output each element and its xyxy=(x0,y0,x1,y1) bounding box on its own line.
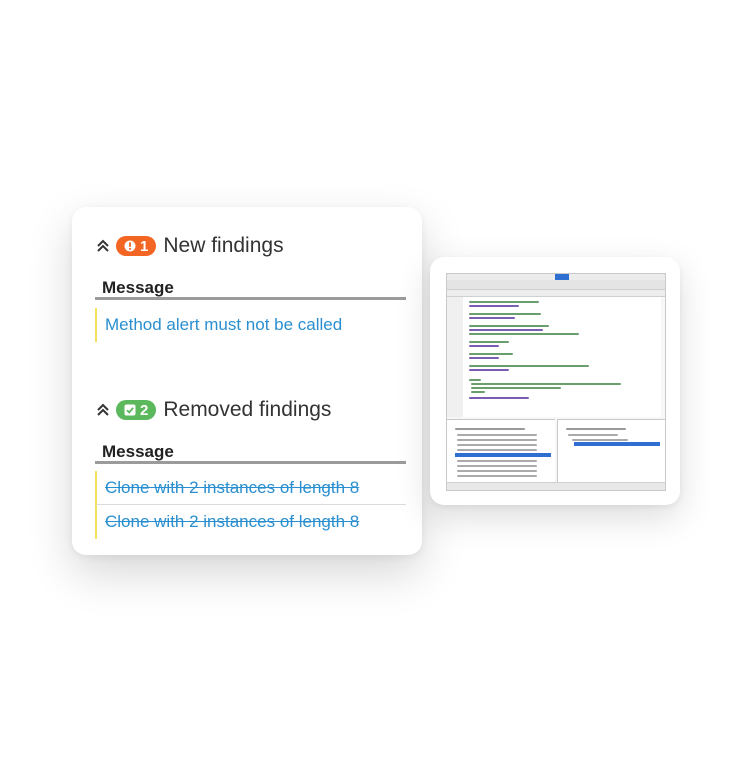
chevron-double-up-icon[interactable] xyxy=(96,403,110,417)
chevron-double-up-icon[interactable] xyxy=(96,239,110,253)
removed-findings-header[interactable]: 2 Removed findings xyxy=(96,395,331,425)
new-finding-row: Method alert must not be called xyxy=(95,308,406,342)
removed-findings-count: 2 xyxy=(140,401,149,419)
removed-findings-column-header: Message xyxy=(95,440,406,464)
removed-finding-link[interactable]: Clone with 2 instances of length 8 xyxy=(105,512,359,531)
ide-line-gutter xyxy=(447,297,463,417)
new-findings-count: 1 xyxy=(140,237,149,255)
new-findings-column-header: Message xyxy=(95,276,406,300)
ide-screenshot-thumbnail xyxy=(446,273,666,491)
findings-card: 1 New findings Message Method alert must… xyxy=(72,207,422,555)
ide-code-editor xyxy=(463,297,661,417)
removed-finding-row: Clone with 2 instances of length 8 xyxy=(95,505,406,539)
ide-status-bar xyxy=(447,482,665,490)
new-finding-link[interactable]: Method alert must not be called xyxy=(105,315,342,334)
ide-screenshot-card[interactable] xyxy=(430,257,680,505)
new-findings-header[interactable]: 1 New findings xyxy=(96,231,284,261)
ide-toolbar xyxy=(447,280,665,290)
ide-editor-tabs xyxy=(447,290,665,297)
check-square-icon xyxy=(124,404,136,416)
removed-finding-link[interactable]: Clone with 2 instances of length 8 xyxy=(105,478,359,497)
exclamation-circle-icon xyxy=(124,240,136,252)
removed-findings-title: Removed findings xyxy=(163,398,332,421)
new-findings-badge: 1 xyxy=(116,236,157,256)
removed-finding-row: Clone with 2 instances of length 8 xyxy=(95,471,406,505)
removed-findings-badge: 2 xyxy=(116,400,157,420)
new-findings-title: New findings xyxy=(163,234,284,257)
ide-findings-panel xyxy=(447,419,555,483)
ide-pre-commit-panel xyxy=(557,419,665,483)
